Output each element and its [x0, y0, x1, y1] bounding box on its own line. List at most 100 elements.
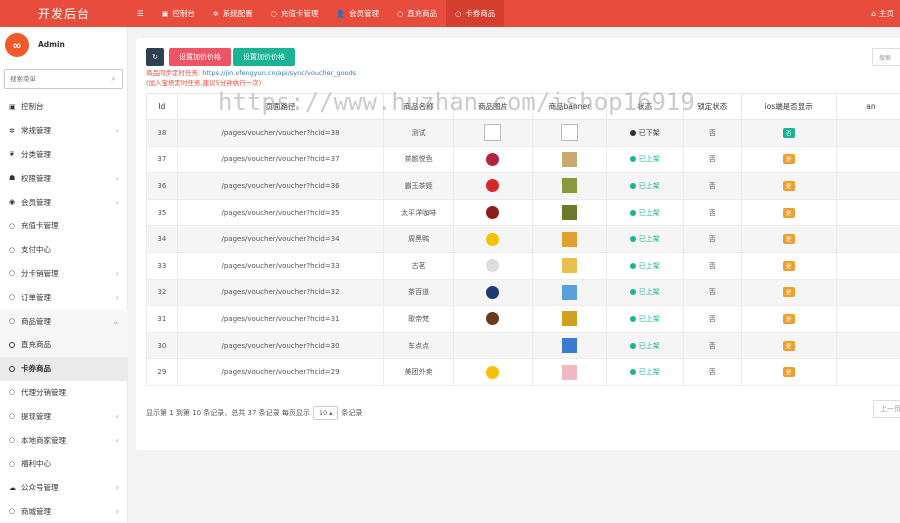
table-row[interactable]: 38/pages/voucher/voucher?hcid=38测试已下架否否	[147, 120, 900, 147]
ios-badge[interactable]: 是	[783, 287, 795, 297]
menu-search-input[interactable]	[5, 70, 105, 88]
sidebar-item[interactable]: ○代理分销管理	[0, 381, 128, 405]
goods-logo-image[interactable]	[486, 312, 499, 325]
column-header[interactable]: Id	[147, 94, 178, 120]
sidebar-item[interactable]: ○福利中心	[0, 452, 128, 476]
sidebar-item[interactable]: ○提现管理‹	[0, 404, 128, 428]
sidebar-menu: ▣控制台✲常规管理‹❦分类管理☗权限管理‹◉会员管理‹○充值卡管理○支付中心○分…	[0, 95, 128, 523]
set-price-button[interactable]: 设置加价价格	[169, 48, 231, 66]
topnav-item[interactable]: 👤会员管理	[327, 0, 388, 27]
sidebar-item[interactable]: ○分卡销管理‹	[0, 262, 128, 286]
chevron-left-icon: ‹	[116, 269, 119, 278]
sidebar-item[interactable]: ☗权限管理‹	[0, 166, 128, 190]
topnav-item[interactable]: ▣控制台	[153, 0, 204, 27]
table-row[interactable]: 29/pages/voucher/voucher?hcid=29美团外卖已上架否…	[147, 359, 900, 386]
table-search-input[interactable]: 搜索	[872, 48, 900, 66]
column-header[interactable]: 页面路径	[177, 94, 384, 120]
goods-logo-image[interactable]	[486, 153, 499, 166]
sidebar-item[interactable]: ▣控制台	[0, 95, 128, 119]
sidebar-item[interactable]: 卡券商品	[0, 357, 128, 381]
sidebar-item[interactable]: ○商品管理⌄	[0, 309, 128, 333]
goods-banner-image[interactable]	[562, 205, 577, 220]
table-row[interactable]: 31/pages/voucher/voucher?hcid=31歌帝梵已上架否是	[147, 306, 900, 333]
sync-url-link[interactable]: https://jin.vfengyun.cn/api/sync/voucher…	[202, 69, 356, 77]
goods-logo-image[interactable]	[486, 179, 499, 192]
topnav-item[interactable]: ○直充商品	[388, 0, 446, 27]
ios-badge[interactable]: 是	[783, 314, 795, 324]
ios-badge[interactable]: 是	[783, 234, 795, 244]
sidebar-item[interactable]: 直充商品	[0, 333, 128, 357]
ios-badge[interactable]: 是	[783, 341, 795, 351]
column-header[interactable]: 锁定状态	[683, 94, 741, 120]
ios-badge[interactable]: 否	[783, 128, 795, 138]
goods-banner-image[interactable]	[562, 178, 577, 193]
sidebar-item[interactable]: ○本地商家管理‹	[0, 428, 128, 452]
goods-banner-image[interactable]	[562, 152, 577, 167]
goods-logo-image[interactable]	[486, 233, 499, 246]
sidebar-item-label: 分卡销管理	[21, 268, 59, 279]
sidebar-item[interactable]: ◉会员管理‹	[0, 190, 128, 214]
goods-banner-image[interactable]	[562, 365, 577, 380]
goods-logo-image[interactable]	[486, 206, 499, 219]
goods-banner-image[interactable]	[562, 258, 577, 273]
sidebar-item-label: 权限管理	[21, 173, 51, 184]
menu-toggle-button[interactable]: ☰	[128, 0, 153, 27]
circle-icon: ○	[455, 10, 461, 18]
status-dot-icon	[630, 236, 636, 242]
goods-logo-image[interactable]	[486, 259, 499, 272]
sidebar-item[interactable]: ✲常规管理‹	[0, 119, 128, 143]
goods-banner-image[interactable]	[562, 232, 577, 247]
goods-logo-image[interactable]	[486, 286, 499, 299]
home-link[interactable]: ⌂主页	[871, 0, 894, 27]
sidebar-item[interactable]: ☁公众号管理‹	[0, 476, 128, 500]
column-header[interactable]: ios端是否显示	[741, 94, 836, 120]
topnav-label: 直充商品	[407, 8, 437, 19]
broken-image-icon[interactable]	[484, 124, 501, 141]
table-row[interactable]: 32/pages/voucher/voucher?hcid=32茶百道已上架否是	[147, 279, 900, 306]
topnav-item[interactable]: ○卡券商品	[446, 0, 504, 27]
cell-ios: 是	[741, 306, 836, 333]
set-sale-price-button[interactable]: 设置加价价格	[233, 48, 295, 66]
goods-banner-image[interactable]	[562, 285, 577, 300]
sidebar-item[interactable]: ○订单管理‹	[0, 285, 128, 309]
status-text: 已上架	[639, 288, 660, 296]
search-icon[interactable]: ⌕	[112, 74, 116, 84]
refresh-button[interactable]: ↻	[146, 48, 164, 66]
goods-banner-image[interactable]	[562, 311, 577, 326]
sidebar-item[interactable]: ○充值卡管理	[0, 214, 128, 238]
ios-badge[interactable]: 是	[783, 261, 795, 271]
table-row[interactable]: 34/pages/voucher/voucher?hcid=34周黑鸭已上架否是	[147, 226, 900, 253]
cell-lock: 否	[683, 199, 741, 226]
sidebar-item[interactable]: ○支付中心	[0, 238, 128, 262]
sidebar-item[interactable]: ❦分类管理	[0, 143, 128, 167]
column-header[interactable]: 状态	[606, 94, 683, 120]
column-header[interactable]: 商品图片	[453, 94, 532, 120]
circle-icon	[9, 366, 15, 372]
table-row[interactable]: 36/pages/voucher/voucher?hcid=36霸王茶姬已上架否…	[147, 173, 900, 200]
ios-badge[interactable]: 是	[783, 154, 795, 164]
topnav-item[interactable]: ○充值卡管理	[262, 0, 328, 27]
broken-image-icon[interactable]	[561, 124, 578, 141]
prev-page-button[interactable]: 上一页	[873, 400, 900, 418]
goods-banner-image[interactable]	[562, 338, 577, 353]
notice-prefix: 商品同步定时任务:	[146, 69, 202, 77]
cell-banner	[533, 332, 607, 359]
column-header[interactable]: 商品名称	[384, 94, 453, 120]
sidebar-item[interactable]: ○商城管理‹	[0, 500, 128, 523]
app-title[interactable]: 开发后台	[0, 0, 128, 27]
table-row[interactable]: 35/pages/voucher/voucher?hcid=35太平洋咖啡已上架…	[147, 199, 900, 226]
ios-badge[interactable]: 是	[783, 181, 795, 191]
cell-name: 霸王茶姬	[384, 173, 453, 200]
avatar[interactable]: ∞	[5, 33, 29, 57]
goods-logo-image[interactable]	[486, 366, 499, 379]
ios-badge[interactable]: 是	[783, 208, 795, 218]
column-header[interactable]: an	[836, 94, 900, 120]
page-size-select[interactable]: 10▴	[313, 406, 339, 420]
cell-ios: 是	[741, 146, 836, 173]
column-header[interactable]: 商品banner	[533, 94, 607, 120]
ios-badge[interactable]: 是	[783, 367, 795, 377]
table-row[interactable]: 33/pages/voucher/voucher?hcid=33古茗已上架否是	[147, 252, 900, 279]
topnav-item[interactable]: ✲系统配置	[204, 0, 262, 27]
table-row[interactable]: 37/pages/voucher/voucher?hcid=37茶颜悦色已上架否…	[147, 146, 900, 173]
table-row[interactable]: 30/pages/voucher/voucher?hcid=30车点点已上架否是	[147, 332, 900, 359]
